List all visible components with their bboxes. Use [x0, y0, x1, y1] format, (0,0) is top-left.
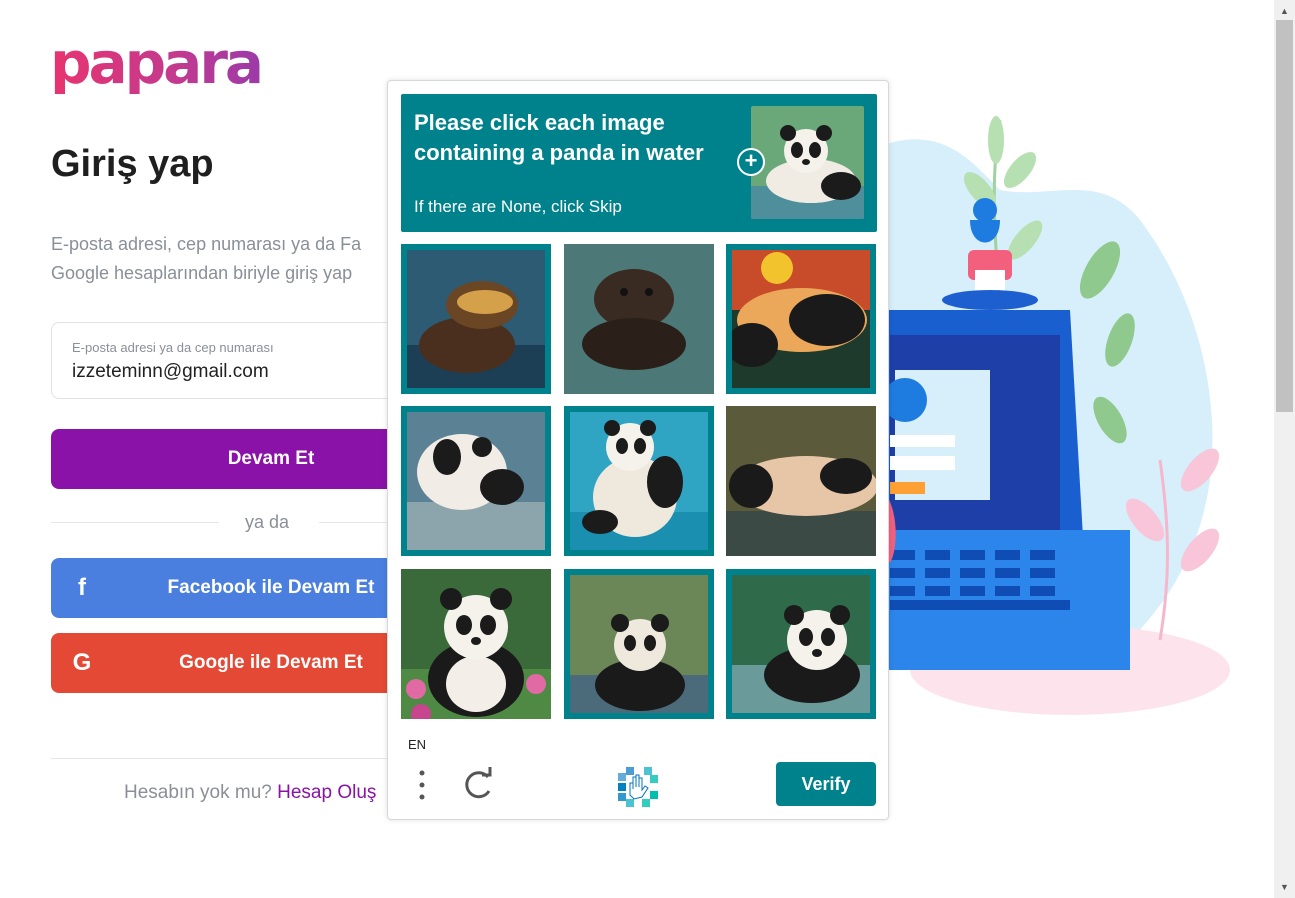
page-title: Giriş yap — [51, 143, 214, 185]
signup-prompt: Hesabın yok mu? Hesap Oluş — [124, 782, 376, 804]
captcha-sub-prompt: If there are None, click Skip — [414, 197, 622, 216]
panda-image — [570, 412, 708, 550]
verify-button[interactable]: Verify — [776, 762, 876, 806]
captcha-prompt-header: Please click each image containing a pan… — [401, 94, 877, 232]
captcha-tile[interactable] — [401, 244, 551, 394]
panda-image — [401, 569, 551, 719]
language-selector[interactable]: EN — [408, 737, 426, 752]
refresh-icon[interactable] — [462, 767, 494, 801]
captcha-prompt-text: Please click each image containing a pan… — [414, 110, 704, 165]
leaf-icon — [988, 116, 1004, 164]
panda-image — [732, 575, 870, 713]
captcha-tile[interactable] — [401, 569, 551, 719]
scroll-thumb[interactable] — [1276, 20, 1293, 412]
panda-image — [407, 412, 545, 550]
captcha-example-image — [751, 106, 864, 219]
zoom-example-button[interactable]: + — [737, 148, 765, 176]
description-line-1: E-posta adresi, cep numarası ya da Fa — [51, 234, 362, 254]
google-icon: G — [72, 649, 92, 676]
panda-image — [570, 575, 708, 713]
captcha-tile[interactable] — [726, 244, 876, 394]
google-button-label: Google ile Devam Et — [179, 652, 363, 673]
captcha-tile[interactable] — [564, 569, 714, 719]
scroll-up-icon[interactable]: ▲ — [1274, 2, 1295, 20]
email-field-label: E-posta adresi ya da cep numarası — [72, 340, 274, 355]
more-options-icon[interactable] — [412, 769, 432, 801]
continue-button-label: Devam Et — [227, 448, 315, 469]
captcha-tile[interactable] — [726, 569, 876, 719]
captcha-tile[interactable] — [401, 406, 551, 556]
facebook-icon: f — [78, 574, 86, 601]
captcha-tile[interactable] — [726, 406, 876, 556]
login-description: E-posta adresi, cep numarası ya da Fa Go… — [51, 230, 391, 288]
scroll-down-icon[interactable]: ▼ — [1274, 878, 1295, 896]
divider-line-left — [51, 522, 219, 523]
panda-image — [726, 406, 876, 556]
papara-logo[interactable]: papara — [50, 32, 264, 94]
email-input[interactable] — [72, 361, 392, 383]
user-avatar-icon — [883, 378, 927, 422]
description-line-2: Google hesaplarından biriyle giriş yap — [51, 263, 353, 283]
captcha-challenge-modal: Please click each image containing a pan… — [387, 80, 889, 820]
create-account-link[interactable]: Hesap Oluş — [277, 782, 376, 803]
no-account-text: Hesabın yok mu? — [124, 782, 272, 803]
captcha-tile[interactable] — [564, 406, 714, 556]
otter-image — [407, 250, 545, 388]
scrollbar[interactable]: ▲ ▼ — [1274, 0, 1295, 898]
panda-image — [732, 250, 870, 388]
or-divider-text: ya da — [245, 512, 290, 532]
captcha-tile[interactable] — [564, 244, 714, 394]
email-field[interactable]: E-posta adresi ya da cep numarası — [51, 322, 411, 399]
otter-image — [564, 244, 714, 394]
hcaptcha-logo-icon[interactable] — [616, 765, 660, 809]
facebook-button-label: Facebook ile Devam Et — [167, 577, 375, 598]
